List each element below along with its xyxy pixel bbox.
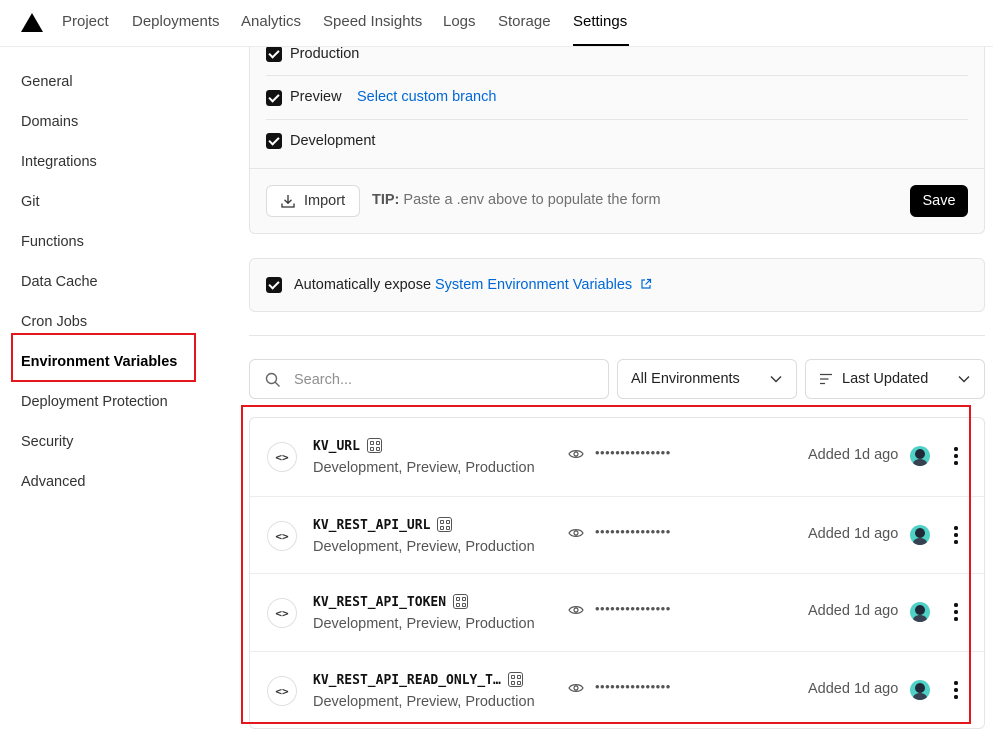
external-link-icon	[641, 278, 652, 289]
top-nav: Project Deployments Analytics Speed Insi…	[0, 0, 993, 46]
section-separator	[249, 335, 985, 336]
save-button[interactable]: Save	[910, 185, 968, 217]
highlight-box-variables	[241, 405, 971, 724]
auto-expose-label: Automatically expose	[294, 277, 432, 293]
search-icon	[265, 372, 280, 387]
sidebar-item-cron-jobs[interactable]: Cron Jobs	[21, 314, 87, 330]
import-button[interactable]: Import	[266, 185, 360, 217]
chevron-down-icon	[770, 376, 782, 383]
divider	[266, 119, 968, 120]
development-label: Development	[290, 133, 376, 149]
sidebar-item-security[interactable]: Security	[21, 434, 73, 450]
tip-body: Paste a .env above to populate the form	[403, 192, 661, 208]
sort-value: Last Updated	[842, 371, 929, 387]
search-input[interactable]: Search...	[249, 359, 609, 399]
import-label: Import	[304, 193, 346, 209]
preview-checkbox[interactable]	[266, 90, 282, 106]
tab-settings[interactable]: Settings	[573, 13, 627, 30]
production-label: Production	[290, 46, 360, 62]
system-env-vars-link-text: System Environment Variables	[435, 277, 633, 293]
tip-text: TIP: Paste a .env above to populate the …	[372, 192, 661, 208]
chevron-down-icon	[958, 376, 970, 383]
download-icon	[281, 195, 295, 208]
active-tab-indicator	[573, 44, 629, 46]
sidebar-item-general[interactable]: General	[21, 74, 73, 90]
search-placeholder: Search...	[294, 372, 353, 388]
system-env-vars-link[interactable]: System Environment Variables	[435, 277, 652, 293]
auto-expose-checkbox[interactable]	[266, 277, 282, 293]
tab-logs[interactable]: Logs	[443, 13, 476, 30]
tab-speed-insights[interactable]: Speed Insights	[323, 13, 422, 30]
tab-deployments[interactable]: Deployments	[132, 13, 220, 30]
highlight-box-sidebar	[11, 333, 196, 382]
production-checkbox[interactable]	[266, 46, 282, 62]
select-custom-branch-link[interactable]: Select custom branch	[357, 89, 496, 105]
sidebar-item-data-cache[interactable]: Data Cache	[21, 274, 98, 290]
development-checkbox[interactable]	[266, 133, 282, 149]
preview-label: Preview	[290, 89, 342, 105]
sort-lines-icon	[820, 373, 832, 385]
divider	[249, 168, 985, 169]
sidebar-item-domains[interactable]: Domains	[21, 114, 78, 130]
environment-filter-value: All Environments	[631, 371, 740, 387]
sidebar-item-deployment-protection[interactable]: Deployment Protection	[21, 394, 168, 410]
sidebar-item-integrations[interactable]: Integrations	[21, 154, 97, 170]
sidebar-item-advanced[interactable]: Advanced	[21, 474, 86, 490]
sort-select[interactable]: Last Updated	[805, 359, 985, 399]
sidebar-item-functions[interactable]: Functions	[21, 234, 84, 250]
vercel-logo-icon[interactable]	[21, 13, 43, 32]
divider	[266, 75, 968, 76]
tip-prefix: TIP:	[372, 192, 400, 208]
sidebar-item-git[interactable]: Git	[21, 194, 40, 210]
tab-storage[interactable]: Storage	[498, 13, 551, 30]
environment-filter-select[interactable]: All Environments	[617, 359, 797, 399]
tab-analytics[interactable]: Analytics	[241, 13, 301, 30]
tab-project[interactable]: Project	[62, 13, 109, 30]
